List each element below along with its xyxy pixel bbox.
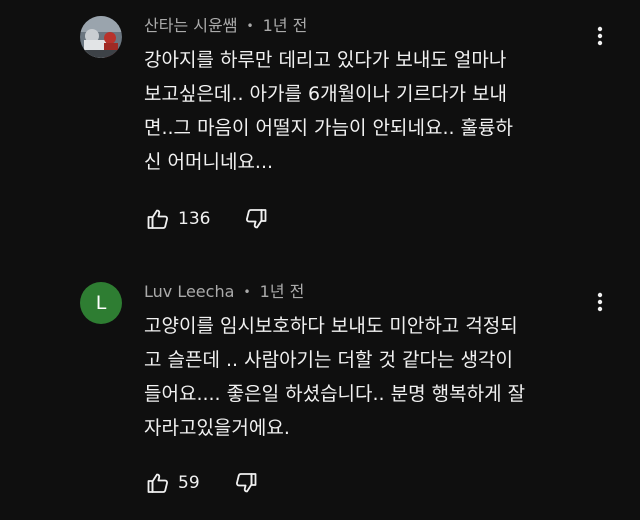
comment-line: 면..그 마음이 어떨지 가늠이 안되네요.. 훌륭하 — [144, 117, 513, 139]
comment-line: 고양이를 임시보호하다 보내도 미안하고 걱정되 — [144, 315, 518, 337]
more-vertical-icon — [597, 292, 603, 312]
avatar[interactable]: L — [80, 282, 122, 324]
avatar[interactable] — [80, 16, 122, 58]
comment-actions: 59 — [144, 469, 260, 497]
comment-line: 강아지를 하루만 데리고 있다가 보내도 얼마나 — [144, 49, 507, 71]
comment-text: 고양이를 임시보호하다 보내도 미안하고 걱정되 고 슬픈데 .. 사람아기는 … — [144, 309, 584, 445]
author-name[interactable]: 산타는 시윤쌤 — [144, 16, 237, 35]
thumbs-down-icon — [235, 473, 257, 493]
comment-time[interactable]: 1년 전 — [260, 282, 305, 301]
comment-line: 고 슬픈데 .. 사람아기는 더할 것 같다는 생각이 — [144, 349, 513, 371]
comment-meta: Luv Leecha • 1년 전 — [144, 281, 304, 303]
comment-meta: 산타는 시윤쌤 • 1년 전 — [144, 15, 307, 37]
like-button[interactable] — [144, 469, 172, 497]
like-button[interactable] — [144, 205, 172, 233]
comment-line: 신 어머니네요... — [144, 151, 274, 173]
meta-separator: • — [243, 285, 251, 299]
author-name[interactable]: Luv Leecha — [144, 282, 234, 301]
comment-text: 강아지를 하루만 데리고 있다가 보내도 얼마나 보고싶은데.. 아가를 6개월… — [144, 43, 584, 179]
comment-time[interactable]: 1년 전 — [263, 16, 308, 35]
comment-menu-button[interactable] — [588, 288, 612, 316]
avatar-letter: L — [95, 292, 107, 314]
thumbs-up-icon — [147, 473, 168, 493]
comment-menu-button[interactable] — [588, 22, 612, 50]
like-count: 59 — [178, 473, 200, 493]
thumbs-up-icon — [147, 209, 168, 229]
comment-line: 보고싶은데.. 아가를 6개월이나 기르다가 보내 — [144, 83, 507, 105]
comment-actions: 136 — [144, 205, 270, 233]
dislike-button[interactable] — [232, 469, 260, 497]
more-vertical-icon — [597, 26, 603, 46]
like-count: 136 — [178, 209, 211, 229]
meta-separator: • — [246, 19, 254, 33]
comment-line: 자라고있을거에요. — [144, 417, 290, 439]
comment-line: 들어요.... 좋은일 하셨습니다.. 분명 행복하게 잘 — [144, 383, 526, 405]
thumbs-down-icon — [246, 209, 267, 229]
dislike-button[interactable] — [242, 205, 270, 233]
